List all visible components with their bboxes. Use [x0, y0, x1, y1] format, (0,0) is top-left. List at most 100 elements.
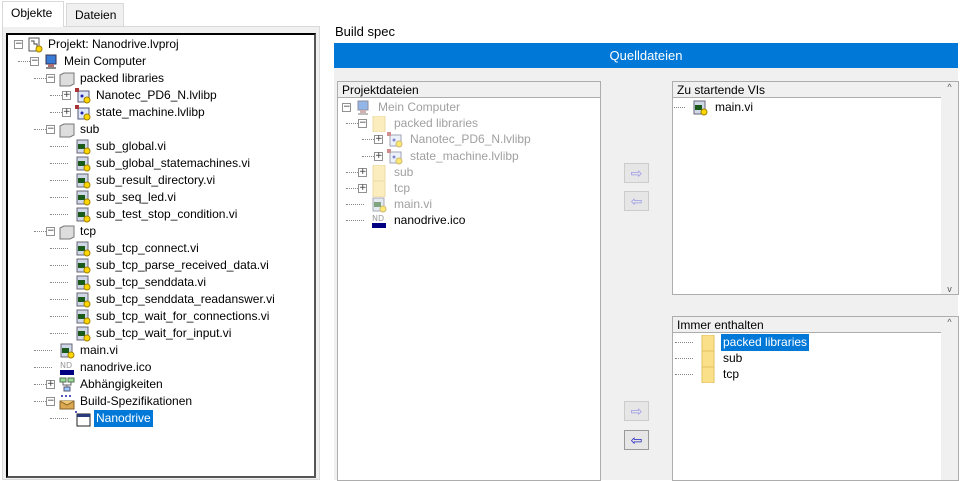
collapse-icon[interactable]: − — [46, 74, 55, 83]
tree-item-label: main.vi — [394, 197, 433, 212]
vi-icon — [692, 100, 708, 116]
svg-text:ND: ND — [60, 361, 72, 370]
tree-item[interactable]: + tcp — [338, 180, 600, 198]
tree-item-label: sub_tcp_connect.vi — [96, 241, 199, 255]
expand-icon[interactable]: + — [358, 167, 367, 177]
tree-item[interactable]: main.vi — [8, 342, 314, 359]
remove-always-included-button[interactable]: ⇦ — [624, 430, 649, 450]
expand-icon[interactable]: + — [374, 135, 383, 145]
tree-item-label: packed libraries — [721, 334, 810, 351]
tab-objekte[interactable]: Objekte — [2, 1, 64, 27]
section-header-quelldateien[interactable]: Quelldateien — [334, 43, 958, 68]
tree-item[interactable]: sub_test_stop_condition.vi — [8, 206, 314, 223]
lvlibp-icon — [75, 88, 91, 104]
folder-icon — [700, 366, 716, 384]
tree-item-label: sub_test_stop_condition.vi — [96, 207, 238, 221]
lvlibp-icon — [75, 105, 91, 121]
tree-item[interactable]: packed libraries — [673, 334, 941, 352]
computer-icon — [43, 54, 59, 69]
app-icon — [75, 411, 91, 427]
tree-item[interactable]: − packed libraries — [338, 115, 600, 133]
expand-icon[interactable]: + — [374, 151, 383, 161]
add-startup-vi-button[interactable]: ⇨ — [624, 163, 649, 183]
collapse-icon[interactable]: − — [14, 40, 23, 49]
tree-item-label: tcp — [723, 367, 740, 381]
tree-item[interactable]: + Nanotec_PD6_N.lvlibp — [338, 131, 600, 148]
tree-item[interactable]: − sub — [8, 121, 314, 138]
tree-item[interactable]: sub_tcp_wait_for_connections.vi — [8, 308, 314, 325]
tree-item[interactable]: + sub — [338, 164, 600, 182]
tree-item[interactable]: sub_tcp_wait_for_input.vi — [8, 325, 314, 342]
vi-icon — [75, 326, 91, 342]
scroll-down-icon[interactable]: v — [941, 284, 958, 294]
scrollbar[interactable]: ^ — [941, 317, 958, 480]
computer-icon — [355, 100, 371, 115]
collapse-icon[interactable]: − — [46, 397, 55, 406]
tree-item-label: Mein Computer — [378, 100, 461, 114]
project-files-list[interactable]: Projektdateien − Mein Computer − packed lib… — [337, 81, 601, 481]
tree-item[interactable]: − Mein Computer — [338, 99, 600, 116]
tree-item-label: sub_tcp_wait_for_input.vi — [96, 326, 232, 340]
tree-item[interactable]: sub_tcp_senddata.vi — [8, 274, 314, 291]
build-spec-title: Build spec — [335, 24, 395, 39]
tree-item-label: sub_global_statemachines.vi — [96, 156, 251, 170]
tree-item-label: main.vi — [715, 100, 754, 114]
tree-item[interactable]: − tcp — [8, 223, 314, 240]
folder-gray-icon — [59, 224, 75, 240]
tree-item[interactable]: + Abhängigkeiten — [8, 376, 314, 393]
scrollbar[interactable]: ^ v — [941, 82, 958, 294]
tree-item-label: Nanotec_PD6_N.lvlibp — [410, 132, 531, 147]
scroll-up-icon[interactable]: ^ — [941, 82, 958, 92]
tab-dateien[interactable]: Dateien — [66, 3, 124, 26]
tree-item-label: sub — [80, 122, 100, 136]
expand-icon[interactable]: + — [358, 184, 367, 193]
vi-icon — [75, 190, 91, 206]
tree-item-label: packed libraries — [394, 116, 479, 131]
tree-item[interactable]: sub_global.vi — [8, 138, 314, 155]
scroll-up-icon[interactable]: ^ — [941, 317, 958, 327]
expand-icon[interactable]: + — [46, 380, 55, 389]
folder-icon — [700, 334, 716, 352]
collapse-icon[interactable]: − — [358, 119, 367, 129]
tree-item[interactable]: + Nanotec_PD6_N.lvlibp — [8, 87, 314, 104]
tree-item[interactable]: ND nanodrive.ico — [8, 359, 314, 376]
tree-item-label: sub_tcp_senddata_readanswer.vi — [96, 292, 275, 306]
tree-item[interactable]: sub — [673, 350, 941, 368]
tree-item[interactable]: ND nanodrive.ico — [338, 212, 600, 229]
tree-item[interactable]: − Build-Spezifikationen — [8, 393, 314, 410]
collapse-icon[interactable]: − — [46, 227, 55, 236]
tree-item[interactable]: main.vi — [673, 99, 941, 116]
tree-item[interactable]: − packed libraries — [8, 70, 314, 87]
tree-item[interactable]: sub_global_statemachines.vi — [8, 155, 314, 172]
always-included-list[interactable]: Immer enthalten ^ packed libraries sub tcp — [672, 316, 959, 481]
expand-icon[interactable]: + — [62, 108, 71, 117]
add-always-included-button[interactable]: ⇨ — [624, 401, 649, 421]
tree-item-label: packed libraries — [80, 71, 165, 85]
tree-item[interactable]: − Mein Computer — [8, 53, 314, 70]
tree-item[interactable]: + state_machine.lvlibp — [338, 148, 600, 165]
expand-icon[interactable]: + — [62, 91, 71, 100]
collapse-icon[interactable]: − — [30, 57, 39, 66]
vi-icon — [75, 156, 91, 172]
vi-icon — [75, 309, 91, 325]
collapse-icon[interactable]: − — [46, 125, 55, 134]
tree-item[interactable]: sub_seq_led.vi — [8, 189, 314, 206]
tree-item[interactable]: sub_tcp_parse_received_data.vi — [8, 257, 314, 274]
tree-item[interactable]: sub_tcp_connect.vi — [8, 240, 314, 257]
tree-item[interactable]: Nanodrive — [8, 410, 314, 427]
tree-item[interactable]: main.vi — [338, 196, 600, 213]
folder-icon — [371, 164, 387, 182]
tree-item[interactable]: + state_machine.lvlibp — [8, 104, 314, 121]
remove-startup-vi-button[interactable]: ⇦ — [624, 191, 649, 211]
startup-vis-list[interactable]: Zu startende VIs ^ v main.vi — [672, 81, 959, 295]
folder-icon — [700, 350, 716, 368]
tree-item[interactable]: tcp — [673, 366, 941, 384]
vi-icon — [75, 275, 91, 291]
tree-item-label: tcp — [80, 224, 97, 238]
tree-item[interactable]: sub_tcp_senddata_readanswer.vi — [8, 291, 314, 308]
collapse-icon[interactable]: − — [342, 103, 351, 112]
tree-item-label: sub — [723, 351, 743, 365]
tree-item-label: sub_seq_led.vi — [96, 190, 177, 204]
tree-item[interactable]: sub_result_directory.vi — [8, 172, 314, 189]
tree-item[interactable]: − Projekt: Nanodrive.lvproj — [8, 36, 314, 53]
